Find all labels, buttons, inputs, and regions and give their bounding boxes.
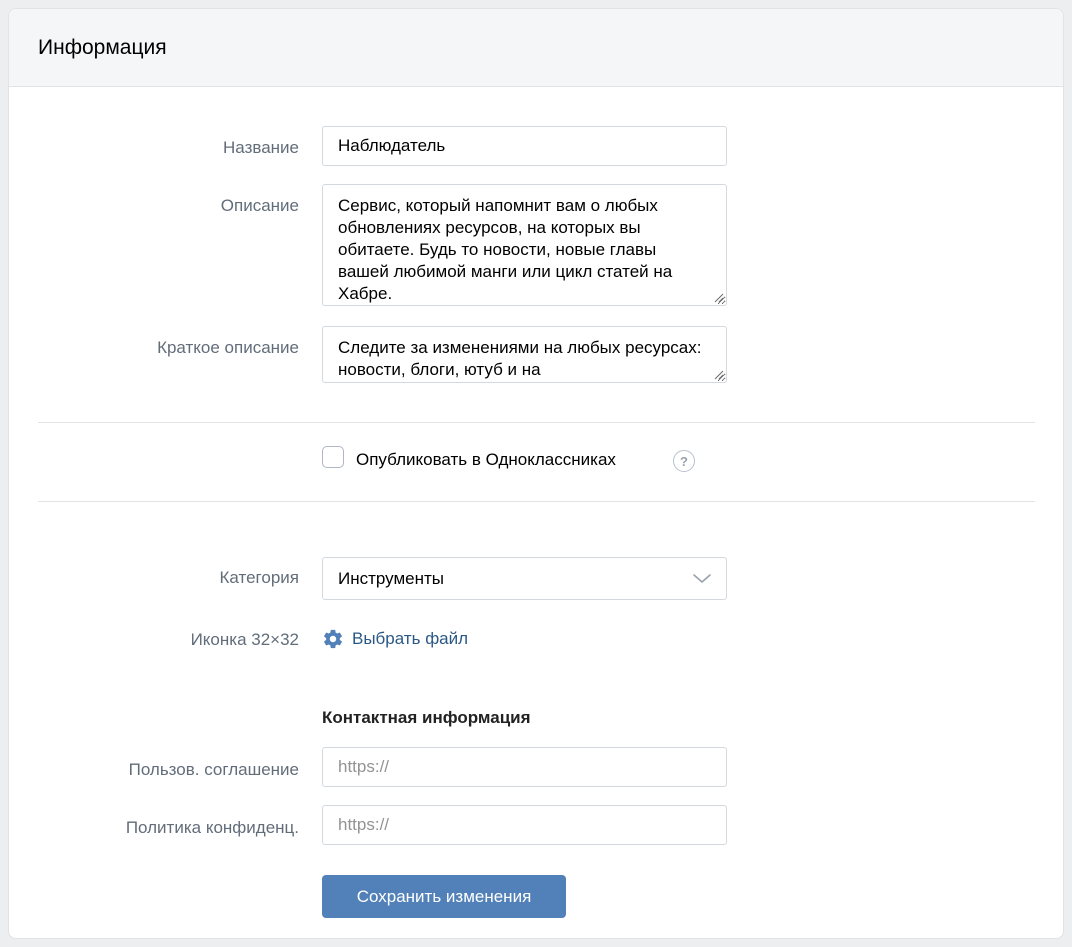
description-textarea[interactable]: Сервис, который напомнит вам о любых обн…: [322, 184, 727, 306]
info-panel: Информация Название Описание Сервис, кот…: [8, 8, 1064, 939]
choose-file-label: Выбрать файл: [352, 629, 469, 648]
contact-heading: Контактная информация: [322, 708, 531, 727]
category-select[interactable]: Инструменты: [322, 557, 727, 600]
chevron-down-icon: [693, 573, 711, 583]
publish-ok-label[interactable]: Опубликовать в Одноклассниках: [356, 450, 616, 470]
category-label: Категория: [219, 568, 299, 587]
icon-upload-label: Иконка 32×32: [190, 630, 299, 649]
gear-icon: [324, 629, 342, 649]
help-icon[interactable]: ?: [673, 450, 695, 472]
category-selected-value: Инструменты: [338, 568, 445, 588]
divider: [38, 501, 1035, 502]
terms-url-input[interactable]: [322, 747, 727, 787]
page-title: Информация: [38, 35, 167, 59]
short-description-textarea[interactable]: Следите за изменениями на любых ресурсах…: [322, 326, 727, 383]
name-label: Название: [223, 138, 299, 157]
terms-label: Пользов. соглашение: [128, 760, 299, 779]
name-input[interactable]: [322, 126, 727, 166]
publish-ok-checkbox[interactable]: [322, 446, 344, 468]
panel-header: Информация: [9, 9, 1063, 87]
divider: [38, 422, 1035, 423]
save-button[interactable]: Сохранить изменения: [322, 875, 566, 918]
privacy-url-input[interactable]: [322, 805, 727, 845]
choose-file-link[interactable]: Выбрать файл: [322, 628, 468, 650]
description-label: Описание: [220, 196, 299, 215]
privacy-label: Политика конфиденц.: [125, 818, 299, 837]
short-description-label: Краткое описание: [157, 338, 299, 357]
